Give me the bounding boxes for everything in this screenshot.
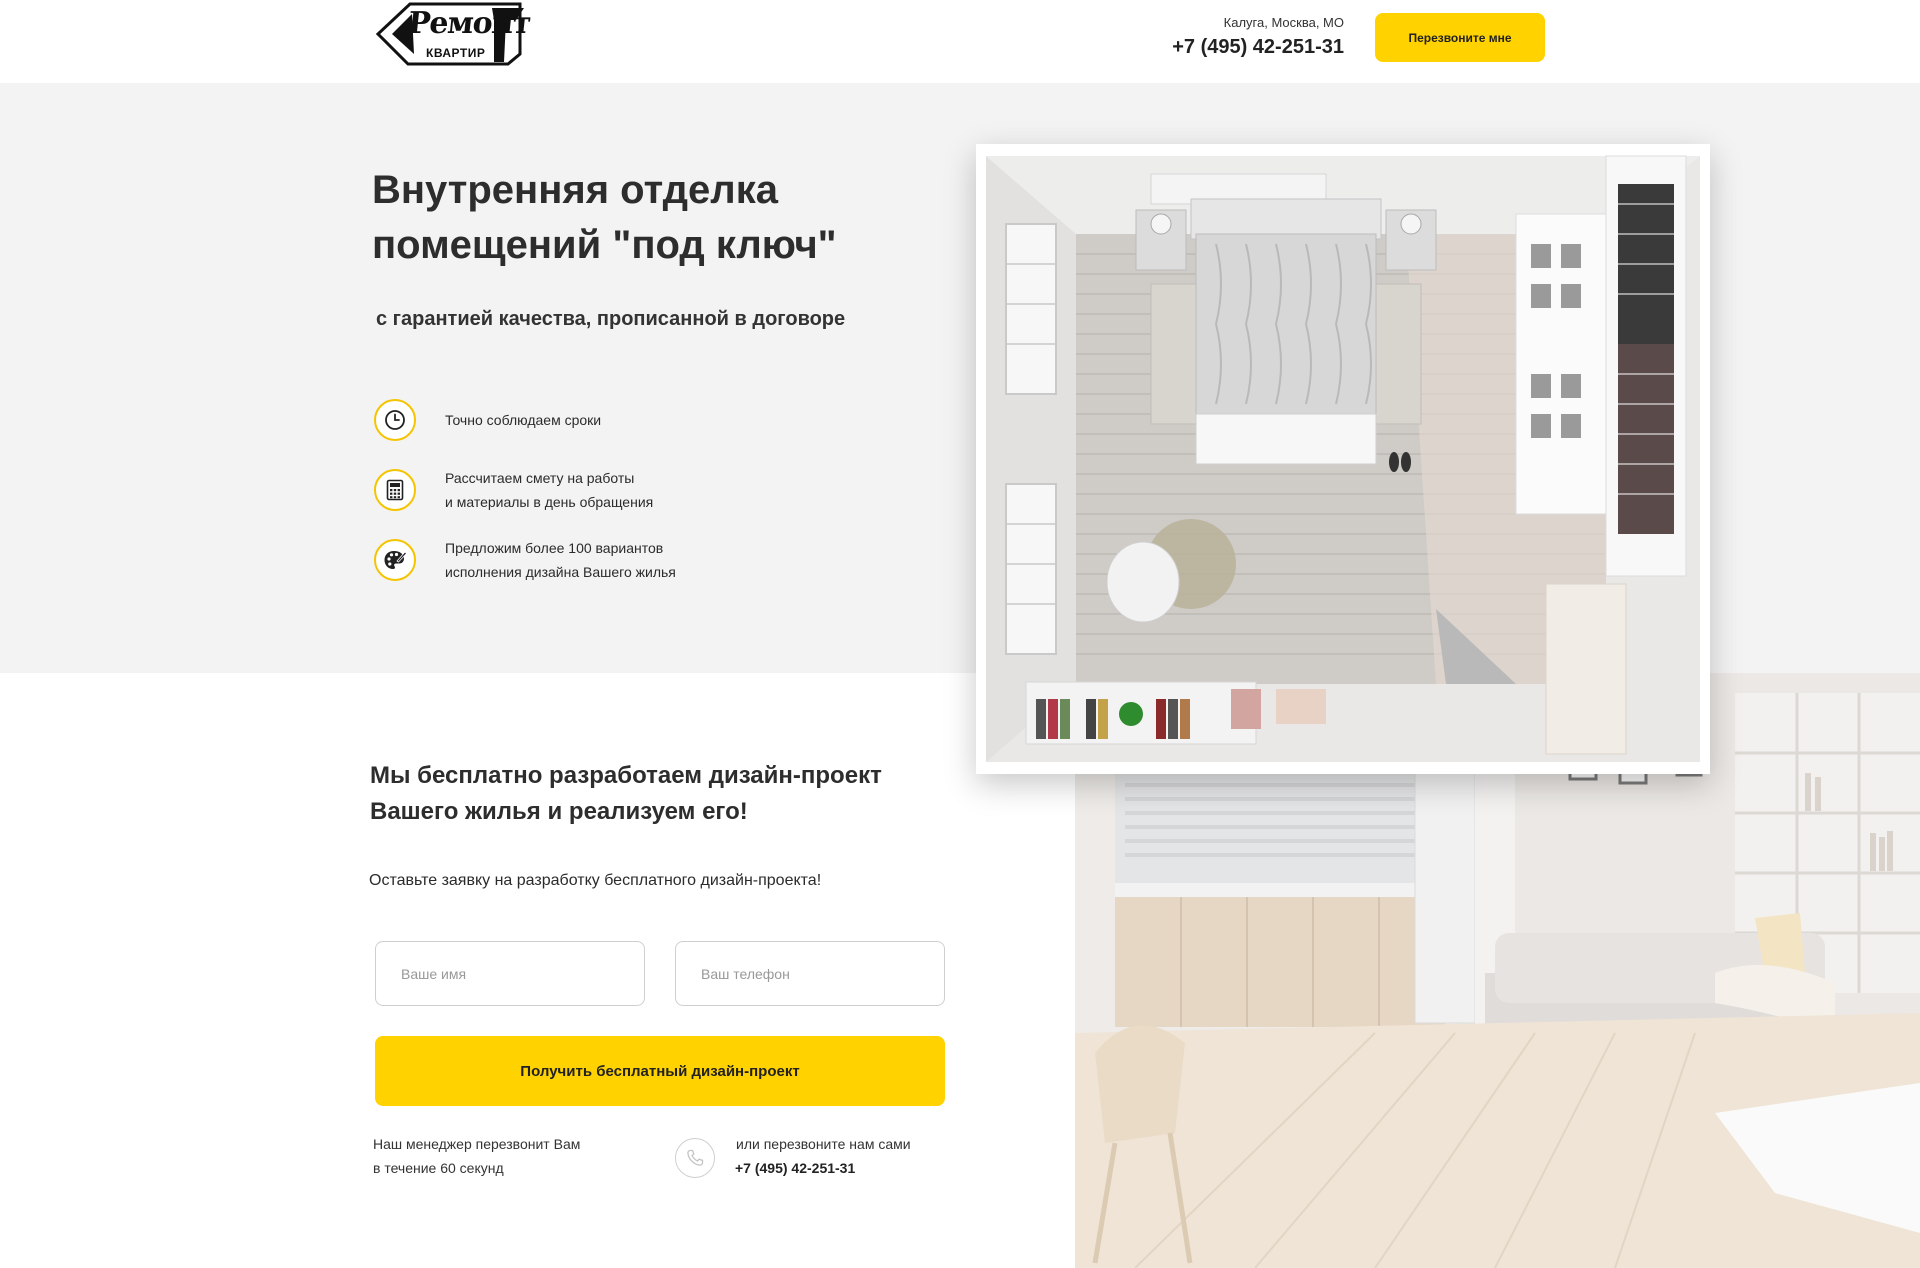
floor-plan-image	[976, 144, 1710, 774]
logo-wordmark: Ремонт	[406, 6, 533, 41]
logo-subtitle: КВАРТИР	[426, 46, 486, 60]
phone-icon	[675, 1138, 715, 1178]
get-free-design-button[interactable]: Получить бесплатный дизайн-проект	[375, 1036, 945, 1106]
form-title: Мы бесплатно разработаем дизайн-проект В…	[370, 762, 882, 825]
feature-text: Предложим более 100 вариантов исполнения…	[445, 540, 676, 580]
feature-text: Точно соблюдаем сроки	[445, 412, 602, 428]
hero-subtitle: с гарантией качества, прописанной в дого…	[376, 308, 846, 330]
name-input[interactable]	[375, 941, 645, 1006]
contact-cities: Калуга, Москва, МО	[1223, 15, 1344, 30]
feature-text: Рассчитаем смету на работы и материалы в…	[445, 470, 654, 510]
callback-note: Наш менеджер перезвонит Вам в течение 60…	[373, 1136, 581, 1176]
feature-item-deadlines: Точно соблюдаем сроки	[374, 399, 794, 447]
form-phone-link[interactable]: +7 (495) 42-251-31	[735, 1156, 855, 1180]
callback-button[interactable]: Перезвоните мне	[1375, 13, 1545, 62]
hero-title: Внутренняя отделка помещений "под ключ"	[372, 168, 837, 267]
header-phone[interactable]: +7 (495) 42-251-31	[1172, 36, 1344, 59]
calculator-icon	[374, 469, 416, 511]
call-us-text: или перезвоните нам сами	[736, 1136, 911, 1152]
company-logo[interactable]: Ремонт КВАРТИР	[374, 0, 532, 72]
clock-icon	[374, 399, 416, 441]
site-header: Ремонт КВАРТИР Калуга, Москва, МО +7 (49…	[0, 0, 1920, 83]
feature-item-estimate: Рассчитаем смету на работы и материалы в…	[374, 469, 794, 517]
feature-item-design: Предложим более 100 вариантов исполнения…	[374, 539, 794, 587]
phone-input[interactable]	[675, 941, 945, 1006]
palette-icon	[374, 539, 416, 581]
form-subtitle: Оставьте заявку на разработку бесплатног…	[369, 872, 822, 889]
